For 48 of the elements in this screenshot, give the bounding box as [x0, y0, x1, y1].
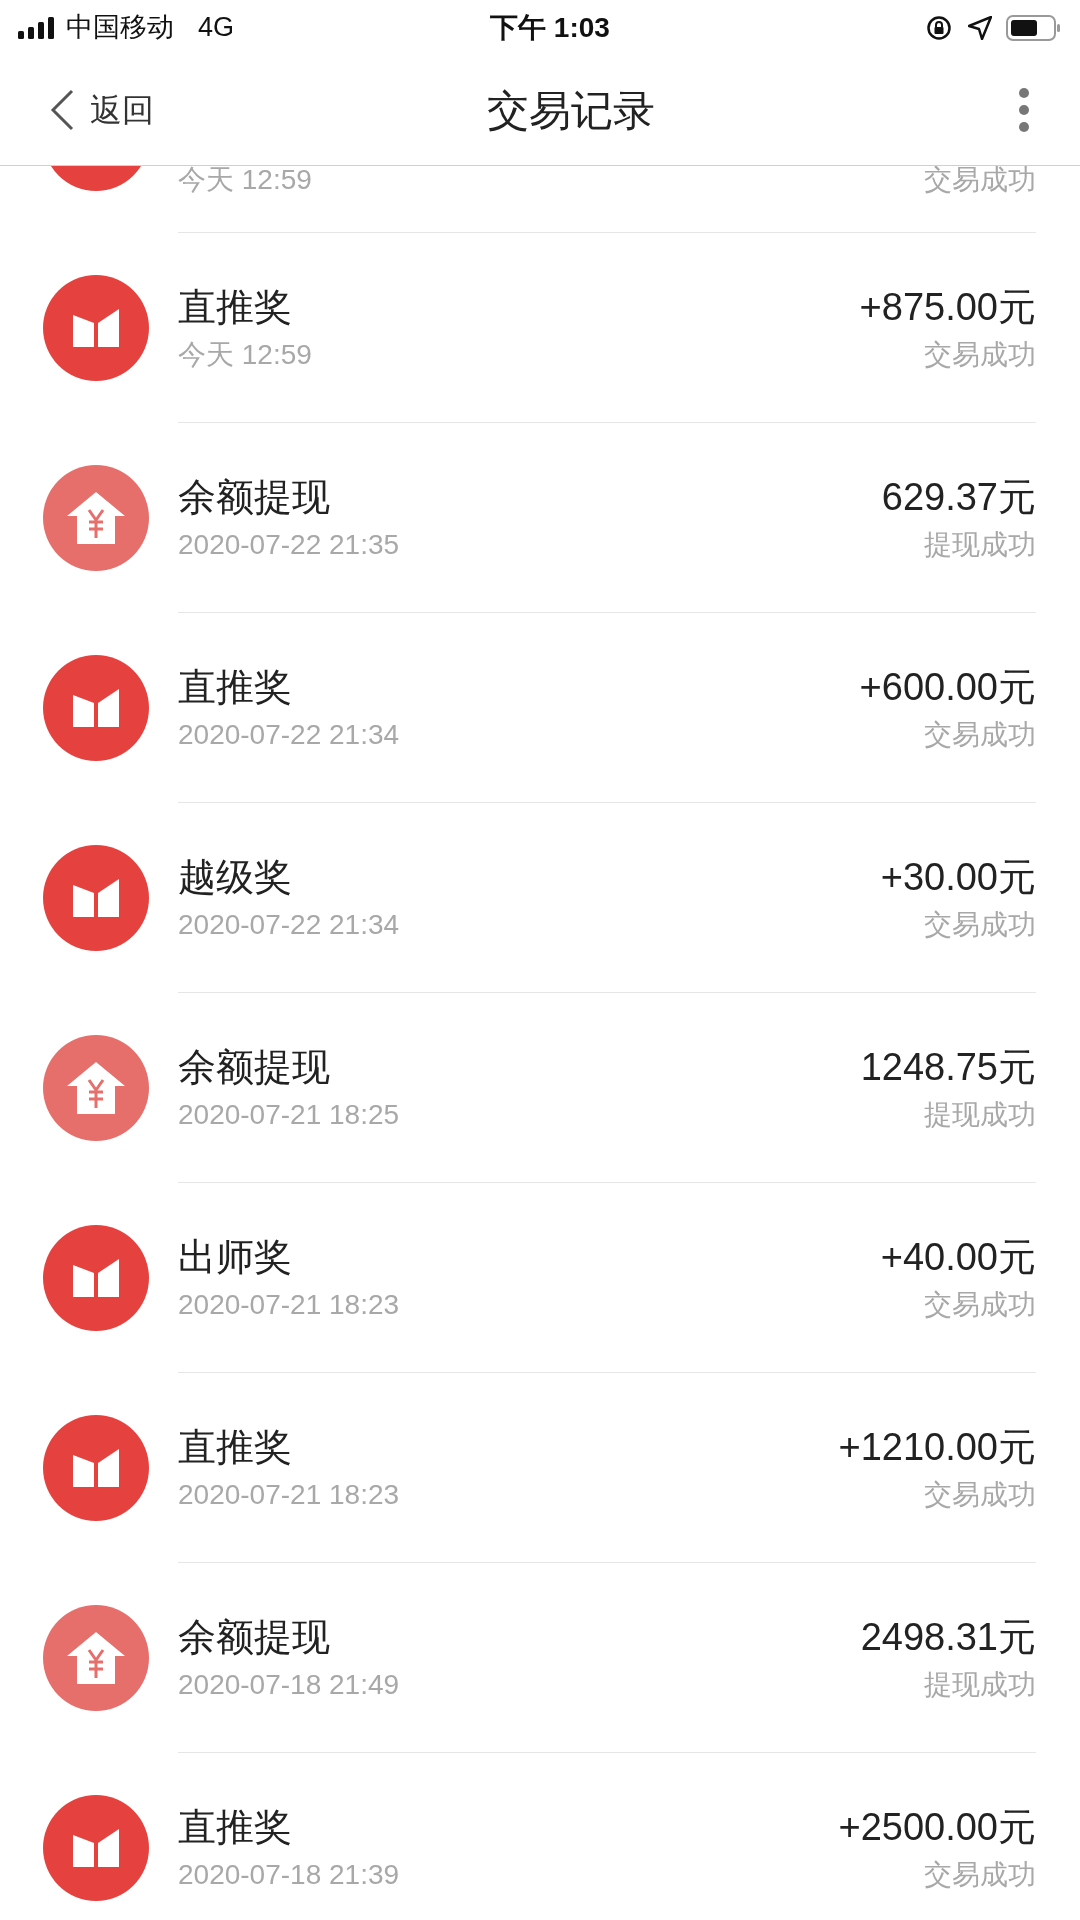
record-date: 2020-07-22 21:35 [178, 527, 401, 562]
rotation-lock-icon [926, 14, 952, 41]
record-amount: +600.00元 [859, 664, 1036, 710]
record-date: 今天 12:59 [178, 166, 313, 197]
record-status: 提现成功 [924, 1667, 1036, 1702]
network-type: 4G [198, 11, 235, 45]
signal-icon [18, 16, 56, 39]
record-amount: +1210.00元 [838, 1424, 1036, 1470]
record-status: 交易成功 [924, 1477, 1036, 1512]
record-date: 今天 12:59 [178, 337, 313, 372]
more-icon[interactable] [1018, 87, 1030, 133]
chevron-left-icon [50, 89, 74, 131]
record-status: 交易成功 [924, 717, 1036, 752]
record-date: 2020-07-21 18:23 [178, 1287, 401, 1322]
location-arrow-icon [968, 15, 992, 40]
record-date: 2020-07-21 18:23 [178, 1477, 401, 1512]
record-amount: +875.00元 [859, 284, 1036, 330]
record-title: 余额提现 [178, 1614, 331, 1660]
record-date: 2020-07-21 18:25 [178, 1097, 401, 1132]
record-status: 提现成功 [924, 1097, 1036, 1132]
carrier-name: 中国移动 [66, 11, 174, 45]
record-date: 2020-07-22 21:34 [178, 907, 401, 942]
record-status: 提现成功 [924, 527, 1036, 562]
clock-time: 下午 1:03 [490, 10, 610, 45]
back-button[interactable]: 返回 [50, 86, 154, 134]
record-date: 2020-07-18 21:49 [178, 1667, 401, 1702]
record-status: 交易成功 [924, 1287, 1036, 1322]
record-amount: 1248.75元 [860, 1044, 1036, 1090]
record-amount: +40.00元 [880, 1234, 1036, 1280]
record-title: 余额提现 [178, 1044, 331, 1090]
record-status: 交易成功 [924, 337, 1036, 372]
record-amount: +30.00元 [880, 854, 1036, 900]
record-title: 余额提现 [178, 474, 331, 520]
record-status: 交易成功 [924, 907, 1036, 942]
record-title: 直推奖 [178, 284, 293, 330]
record-amount: 2498.31元 [860, 1614, 1036, 1660]
record-title: 越级奖 [178, 854, 293, 900]
record-date: 2020-07-18 21:39 [178, 1857, 401, 1892]
record-title: 出师奖 [178, 1234, 293, 1280]
record-status: 交易成功 [924, 1857, 1036, 1892]
record-title: 直推奖 [178, 664, 293, 710]
record-title: 直推奖 [178, 1804, 293, 1850]
record-amount: 629.37元 [881, 474, 1036, 520]
record-title: 直推奖 [178, 1424, 293, 1470]
battery-icon [1006, 14, 1062, 41]
page-title: 交易记录 [487, 85, 656, 136]
record-date: 2020-07-22 21:34 [178, 717, 401, 752]
record-amount: +2500.00元 [838, 1804, 1036, 1850]
